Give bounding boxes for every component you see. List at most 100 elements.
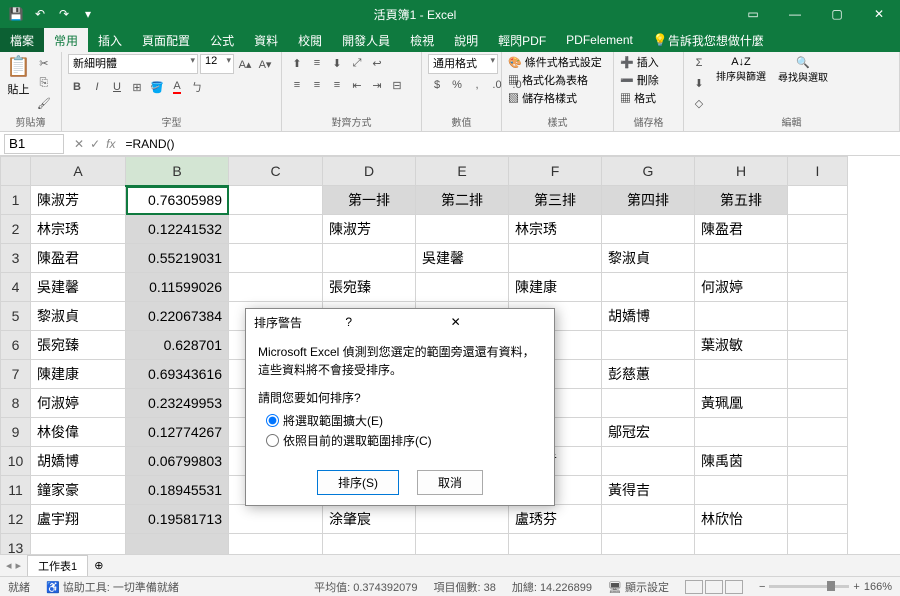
cell-B8[interactable]: 0.23249953 <box>126 389 229 418</box>
cell-G11[interactable]: 黃得吉 <box>602 476 695 505</box>
radio-current[interactable] <box>266 434 279 447</box>
cell-H12[interactable]: 林欣怡 <box>695 505 788 534</box>
row-header-10[interactable]: 10 <box>1 447 31 476</box>
cell-F12[interactable]: 盧琇芬 <box>509 505 602 534</box>
cell-E1[interactable]: 第二排 <box>416 186 509 215</box>
cell-H13[interactable] <box>695 534 788 555</box>
cell-B6[interactable]: 0.628701 <box>126 331 229 360</box>
cell-E4[interactable] <box>416 273 509 302</box>
number-format-select[interactable]: 通用格式 <box>428 54 498 74</box>
cell-I6[interactable] <box>788 331 848 360</box>
cell-styles-button[interactable]: ▧ 儲存格樣式 <box>508 90 577 106</box>
format-painter-icon[interactable]: 🖌 <box>35 94 53 112</box>
cell-H6[interactable]: 葉淑敏 <box>695 331 788 360</box>
paste-button[interactable]: 📋 貼上 <box>6 54 31 97</box>
increase-font-icon[interactable]: A▴ <box>236 55 254 73</box>
row-header-11[interactable]: 11 <box>1 476 31 505</box>
formula-input[interactable] <box>121 134 900 154</box>
find-select-button[interactable]: 🔍 尋找與選取 <box>774 54 832 86</box>
cancel-formula-icon[interactable]: ✕ <box>74 137 84 151</box>
tab-view[interactable]: 檢視 <box>400 28 444 52</box>
row-header-4[interactable]: 4 <box>1 273 31 302</box>
col-header-E[interactable]: E <box>416 157 509 186</box>
border-icon[interactable]: ⊞ <box>128 78 146 96</box>
col-header-F[interactable]: F <box>509 157 602 186</box>
tab-formulas[interactable]: 公式 <box>200 28 244 52</box>
cell-B7[interactable]: 0.69343616 <box>126 360 229 389</box>
cell-B9[interactable]: 0.12774267 <box>126 418 229 447</box>
col-header-A[interactable]: A <box>31 157 126 186</box>
cell-A1[interactable]: 陳淑芳 <box>31 186 126 215</box>
cell-A4[interactable]: 吳建馨 <box>31 273 126 302</box>
cell-H7[interactable] <box>695 360 788 389</box>
cell-I12[interactable] <box>788 505 848 534</box>
copy-icon[interactable]: ⎘ <box>35 74 53 92</box>
fill-icon[interactable]: ⬇ <box>690 74 708 92</box>
percent-icon[interactable]: % <box>448 76 466 94</box>
dialog-help-icon[interactable]: ? <box>345 315 436 329</box>
minimize-icon[interactable]: — <box>774 0 816 28</box>
cell-I8[interactable] <box>788 389 848 418</box>
cell-D2[interactable]: 陳淑芳 <box>323 215 416 244</box>
cell-A6[interactable]: 張宛臻 <box>31 331 126 360</box>
cell-G9[interactable]: 鄔冠宏 <box>602 418 695 447</box>
col-header-H[interactable]: H <box>695 157 788 186</box>
zoom-in-icon[interactable]: + <box>853 581 859 593</box>
merge-icon[interactable]: ⊟ <box>388 76 406 94</box>
cell-I7[interactable] <box>788 360 848 389</box>
dialog-close-icon[interactable]: ✕ <box>447 315 546 329</box>
zoom-level[interactable]: 166% <box>864 581 892 593</box>
cell-G5[interactable]: 胡嬌博 <box>602 302 695 331</box>
row-header-7[interactable]: 7 <box>1 360 31 389</box>
cell-C4[interactable] <box>229 273 323 302</box>
cell-F4[interactable]: 陳建康 <box>509 273 602 302</box>
cell-A12[interactable]: 盧宇翔 <box>31 505 126 534</box>
cell-C12[interactable] <box>229 505 323 534</box>
row-header-9[interactable]: 9 <box>1 418 31 447</box>
cell-G8[interactable] <box>602 389 695 418</box>
cell-I1[interactable] <box>788 186 848 215</box>
display-settings[interactable]: 🖥 顯示設定 <box>608 579 669 595</box>
row-header-3[interactable]: 3 <box>1 244 31 273</box>
wrap-text-icon[interactable]: ↩ <box>368 54 386 72</box>
row-header-6[interactable]: 6 <box>1 331 31 360</box>
sort-filter-button[interactable]: A↓Z 排序與篩選 <box>712 54 770 85</box>
tell-me[interactable]: 💡 告訴我您想做什麼 <box>643 28 774 52</box>
cell-I5[interactable] <box>788 302 848 331</box>
cell-F2[interactable]: 林宗琇 <box>509 215 602 244</box>
select-all-corner[interactable] <box>1 157 31 186</box>
fx-icon[interactable]: fx <box>106 137 115 151</box>
tab-pdf2[interactable]: PDFelement <box>556 28 643 52</box>
cell-I9[interactable] <box>788 418 848 447</box>
align-middle-icon[interactable]: ≡ <box>308 54 326 72</box>
cell-G2[interactable] <box>602 215 695 244</box>
cell-H5[interactable] <box>695 302 788 331</box>
fill-color-icon[interactable]: 🪣 <box>148 78 166 96</box>
align-left-icon[interactable]: ≡ <box>288 76 306 94</box>
cell-I10[interactable] <box>788 447 848 476</box>
row-header-8[interactable]: 8 <box>1 389 31 418</box>
bold-icon[interactable]: B <box>68 78 86 96</box>
cell-B3[interactable]: 0.55219031 <box>126 244 229 273</box>
row-header-2[interactable]: 2 <box>1 215 31 244</box>
row-header-13[interactable]: 13 <box>1 534 31 555</box>
col-header-C[interactable]: C <box>229 157 323 186</box>
cell-H3[interactable] <box>695 244 788 273</box>
cell-B2[interactable]: 0.12241532 <box>126 215 229 244</box>
decrease-indent-icon[interactable]: ⇤ <box>348 76 366 94</box>
cell-G3[interactable]: 黎淑貞 <box>602 244 695 273</box>
cell-H2[interactable]: 陳盈君 <box>695 215 788 244</box>
undo-icon[interactable]: ↶ <box>30 4 50 24</box>
cell-B5[interactable]: 0.22067384 <box>126 302 229 331</box>
cell-E12[interactable] <box>416 505 509 534</box>
view-break-icon[interactable] <box>725 580 743 594</box>
tab-data[interactable]: 資料 <box>244 28 288 52</box>
cell-H11[interactable] <box>695 476 788 505</box>
row-header-12[interactable]: 12 <box>1 505 31 534</box>
cell-G6[interactable] <box>602 331 695 360</box>
save-icon[interactable]: 💾 <box>6 4 26 24</box>
dialog-option-current[interactable]: 依照目前的選取範圍排序(C) <box>258 432 542 449</box>
cell-B4[interactable]: 0.11599026 <box>126 273 229 302</box>
sort-button[interactable]: 排序(S) <box>317 470 399 495</box>
tab-home[interactable]: 常用 <box>44 28 88 52</box>
